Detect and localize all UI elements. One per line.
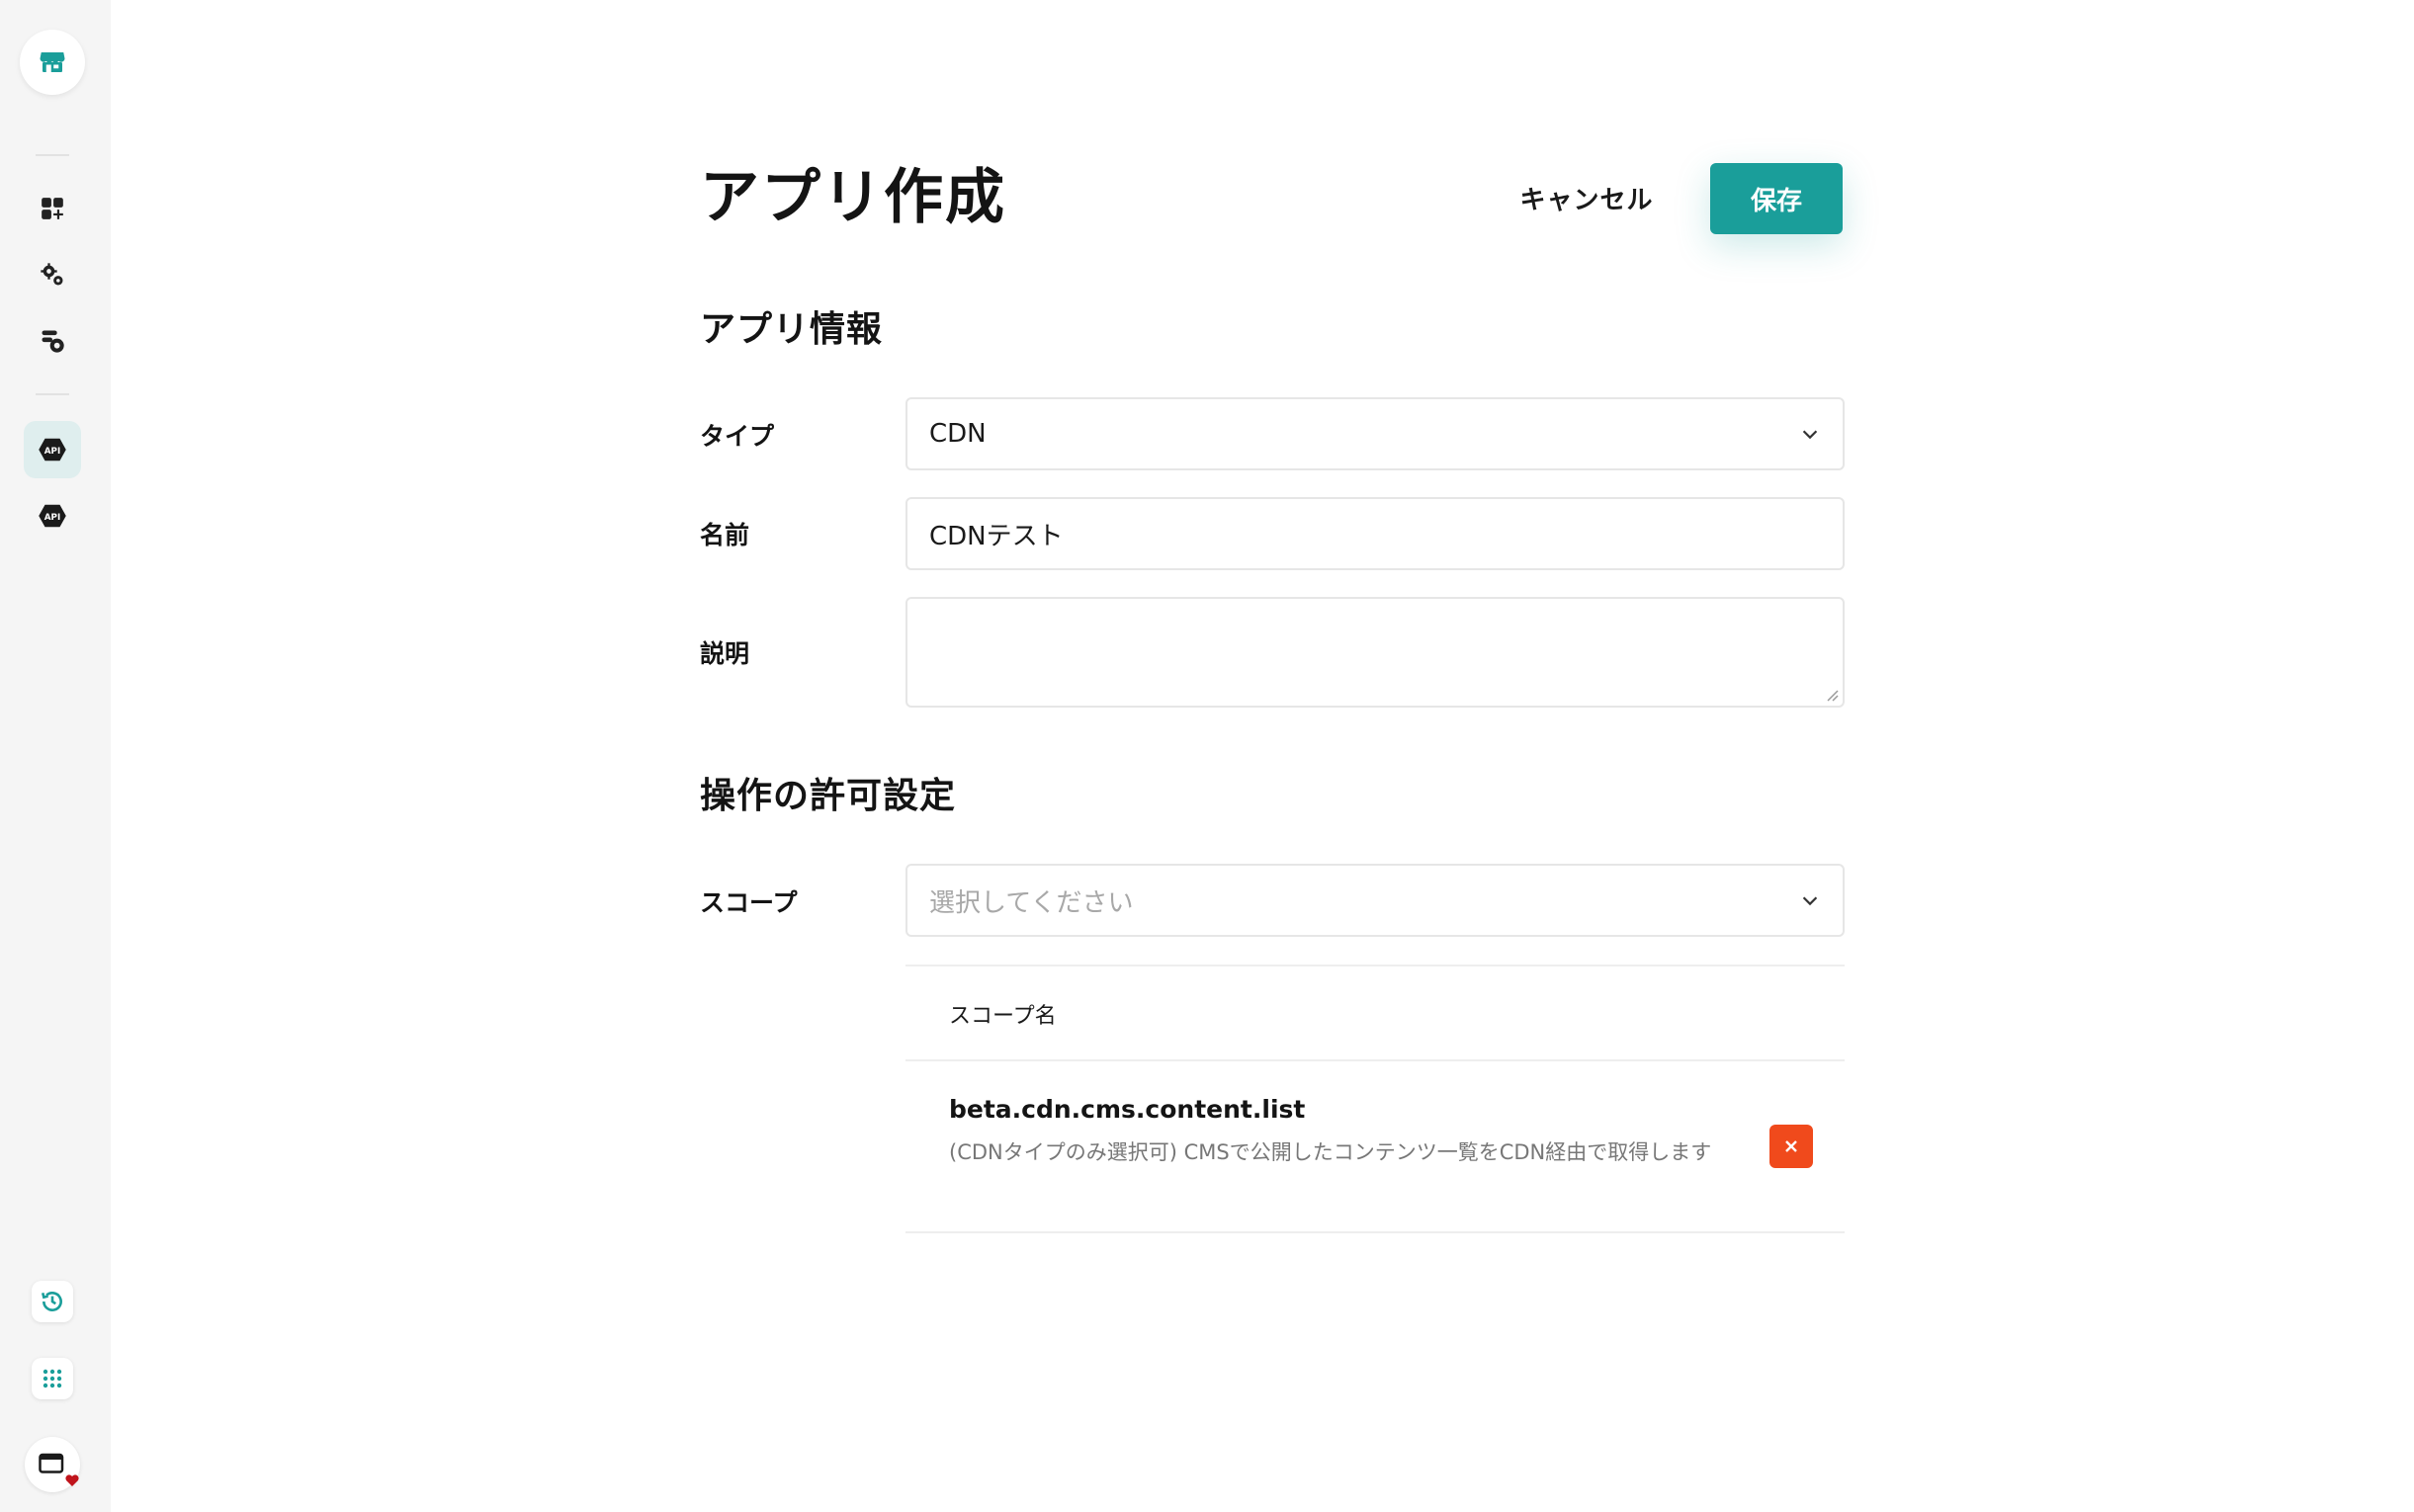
window-icon (39, 1453, 64, 1473)
gears-icon (41, 263, 63, 286)
sidebar: API API (0, 0, 111, 1512)
svg-text:API: API (44, 447, 60, 457)
sidebar-item-api-apps[interactable]: API (24, 421, 81, 478)
table-divider (905, 965, 1845, 966)
chevron-down-icon (1802, 430, 1818, 440)
description-textarea[interactable] (905, 597, 1845, 708)
api-icon: API (39, 438, 66, 462)
svg-text:API: API (44, 513, 60, 523)
database-settings-icon (42, 330, 64, 353)
description-label: 説明 (700, 639, 750, 668)
scope-name: beta.cdn.cms.content.list (949, 1095, 1306, 1124)
scope-select-placeholder: 選択してください (929, 887, 1134, 918)
section-title-permissions: 操作の許可設定 (700, 776, 957, 816)
table-divider (905, 1231, 1845, 1233)
history-icon (41, 1292, 62, 1311)
apps-grid-icon (43, 1369, 62, 1388)
type-select[interactable]: CDN (905, 397, 1845, 470)
sidebar-divider (36, 393, 69, 395)
home-logo-button[interactable] (20, 30, 85, 95)
sidebar-divider (36, 154, 69, 156)
apps-grid-button[interactable] (32, 1358, 73, 1399)
type-select-value: CDN (929, 419, 987, 449)
chevron-down-icon (1802, 896, 1818, 906)
dashboard-add-icon (42, 198, 63, 219)
type-label: タイプ (700, 422, 775, 451)
storefront-icon (40, 52, 65, 72)
save-button[interactable]: 保存 (1710, 163, 1843, 234)
name-input[interactable]: CDNテスト (905, 497, 1845, 570)
name-input-value: CDNテスト (929, 521, 1064, 551)
sidebar-item-settings[interactable] (24, 246, 81, 303)
scope-select[interactable]: 選択してください (905, 864, 1845, 937)
history-button[interactable] (32, 1281, 73, 1322)
table-divider (905, 1059, 1845, 1061)
heart-badge-icon (65, 1474, 79, 1486)
sidebar-item-api-keys[interactable]: API (24, 487, 81, 545)
window-button[interactable] (25, 1437, 80, 1492)
sidebar-item-database[interactable] (24, 312, 81, 370)
page-title: アプリ作成 (700, 163, 1006, 232)
close-icon (1785, 1140, 1797, 1152)
resize-grip-icon[interactable] (1823, 686, 1839, 702)
cancel-button[interactable]: キャンセル (1512, 174, 1661, 221)
name-label: 名前 (700, 521, 750, 549)
table-header-scope-name: スコープ名 (949, 1004, 1057, 1029)
remove-scope-button[interactable] (1769, 1125, 1813, 1168)
scope-label: スコープ (700, 888, 798, 917)
scope-description: (CDNタイプのみ選択可) CMSで公開したコンテンツ一覧をCDN経由で取得しま… (949, 1140, 1712, 1164)
section-title-app-info: アプリ情報 (700, 309, 884, 350)
sidebar-item-dashboard[interactable] (24, 180, 81, 237)
api-icon: API (39, 504, 66, 528)
